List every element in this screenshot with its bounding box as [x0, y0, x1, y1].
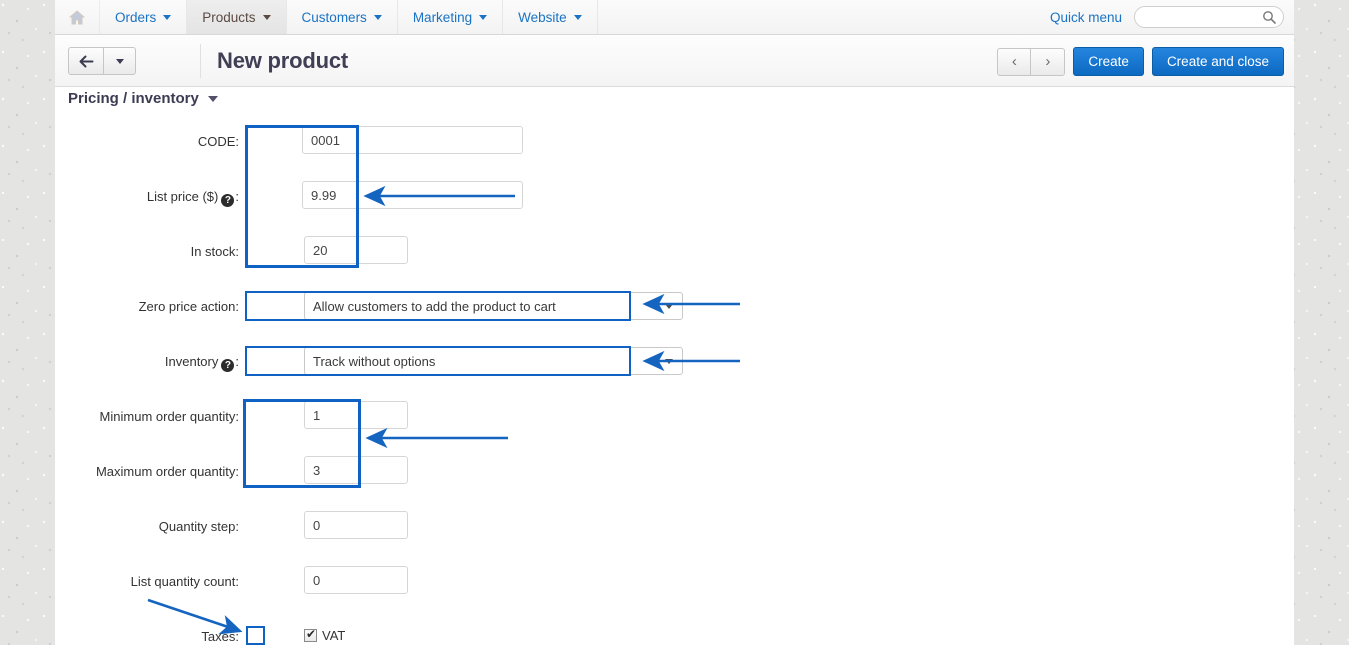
code-input[interactable]	[302, 126, 523, 154]
list-price-input[interactable]	[302, 181, 523, 209]
list-quantity-count-input[interactable]	[304, 566, 408, 594]
check-icon: ✔	[306, 627, 317, 641]
quantity-step-label: Quantity step:	[158, 519, 239, 534]
chevron-down-icon	[665, 358, 673, 364]
zero-price-action-select[interactable]: Allow customers to add the product to ca…	[304, 292, 683, 320]
quantity-step-input[interactable]	[304, 511, 408, 539]
vat-checkbox-label: VAT	[322, 628, 346, 643]
inventory-select[interactable]: Track without options	[304, 347, 683, 375]
maximum-order-quantity-input[interactable]	[304, 456, 408, 484]
taxes-label: Taxes:	[201, 629, 239, 644]
vat-checkbox[interactable]: ✔	[304, 627, 317, 642]
inventory-value: Track without options	[313, 353, 436, 369]
in-stock-input[interactable]	[304, 236, 408, 264]
inventory-label: Inventory?:	[63, 354, 239, 372]
inventory-label-colon: :	[235, 354, 239, 369]
maximum-order-quantity-label: Maximum order quantity:	[95, 464, 239, 479]
chevron-down-icon	[665, 303, 673, 309]
pricing-inventory-form: CODE: List price ($)?: In stock: Zero pr…	[55, 0, 1294, 645]
inventory-label-text: Inventory	[164, 354, 219, 369]
zero-price-action-value: Allow customers to add the product to ca…	[313, 298, 556, 314]
in-stock-label: In stock:	[190, 244, 239, 259]
minimum-order-quantity-label: Minimum order quantity:	[99, 409, 239, 424]
minimum-order-quantity-input[interactable]	[304, 401, 408, 429]
app-window: Orders Products Customers Marketing Webs…	[55, 0, 1294, 645]
list-price-label-text: List price ($)	[146, 189, 219, 204]
list-price-label: List price ($)?:	[63, 189, 239, 207]
list-quantity-count-label: List quantity count:	[130, 574, 239, 589]
list-price-label-colon: :	[235, 189, 239, 204]
help-icon[interactable]: ?	[221, 359, 235, 372]
help-icon[interactable]: ?	[221, 194, 235, 207]
code-label: CODE:	[197, 134, 239, 149]
zero-price-action-label: Zero price action:	[138, 299, 239, 314]
